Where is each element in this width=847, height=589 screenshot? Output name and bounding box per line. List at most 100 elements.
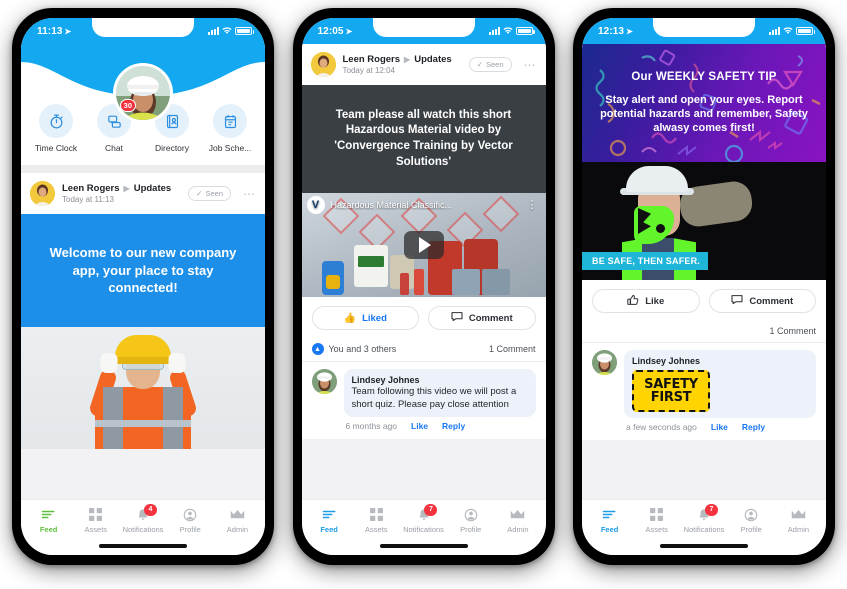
phone-notch — [653, 18, 755, 37]
comment-avatar[interactable] — [592, 350, 617, 375]
safety-first-sticker[interactable]: SAFETY FIRST — [632, 370, 710, 412]
status-time: 12:13 — [598, 25, 625, 37]
banner-title: Our WEEKLY SAFETY TIP — [631, 70, 777, 83]
post-photo[interactable]: BE SAFE, THEN SAFER. — [582, 162, 826, 280]
comment-reply-button[interactable]: Reply — [742, 422, 765, 432]
tab-profile[interactable]: Profile — [167, 504, 214, 534]
feed-icon — [322, 508, 337, 522]
comment-reply-button[interactable]: Reply — [442, 421, 465, 431]
comment-meta: a few seconds ago Like Reply — [624, 418, 816, 432]
phone-3-feed[interactable]: Our WEEKLY SAFETY TIP Stay alert and ope… — [582, 44, 826, 499]
tab-admin[interactable]: Admin — [775, 504, 822, 534]
post-actions: 👍 Liked Comment — [301, 297, 546, 339]
avatar-photo — [116, 66, 170, 120]
status-badge[interactable]: ✓ Seen — [468, 57, 512, 72]
video-title-bar: V Hazardous Material Classific... ⋮ — [302, 193, 546, 217]
chevron-right-icon: ▶ — [404, 55, 411, 64]
reaction-summary[interactable]: ▲ You and 3 others — [311, 343, 396, 355]
feed-scroll-space — [301, 439, 546, 499]
comment-label: Comment — [749, 295, 794, 307]
post-author-avatar[interactable] — [30, 181, 55, 206]
comment-count[interactable]: 1 Comment — [489, 344, 536, 354]
photo-caption: BE SAFE, THEN SAFER. — [582, 252, 709, 270]
video-options-icon[interactable]: ⋮ — [527, 200, 538, 211]
tab-notifications[interactable]: 7 Notifications — [400, 503, 447, 534]
hardhat-brim — [111, 356, 175, 364]
video-thumbnail[interactable]: V Hazardous Material Classific... ⋮ — [301, 193, 546, 297]
home-indicator[interactable] — [99, 544, 187, 548]
status-time: 12:05 — [317, 25, 344, 37]
quick-action-job-schedule[interactable]: Job Sche... — [202, 104, 258, 153]
tab-feed[interactable]: Feed — [586, 504, 633, 534]
post-header: Leen Rogers ▶ Updates Today at 11:13 ✓ S… — [21, 173, 265, 214]
check-icon: ✓ — [196, 189, 203, 198]
tab-label: Admin — [226, 524, 249, 534]
status-badge[interactable]: ✓ Seen — [188, 186, 231, 201]
tab-assets[interactable]: Assets — [353, 504, 400, 534]
wifi-icon — [222, 27, 232, 35]
comment-button[interactable]: Comment — [428, 306, 536, 330]
tab-admin[interactable]: Admin — [494, 504, 541, 534]
avatar[interactable] — [116, 66, 170, 120]
post-header: Leen Rogers ▶ Updates Today at 12:04 ✓ S… — [302, 44, 546, 85]
more-options-icon[interactable]: ⋯ — [519, 58, 537, 72]
worker-arm — [677, 179, 755, 229]
like-label: Like — [645, 295, 665, 307]
grid-icon — [369, 508, 383, 522]
tab-label: Profile — [460, 524, 482, 534]
person-icon — [464, 508, 478, 522]
comment-like-button[interactable]: Like — [711, 422, 728, 432]
post-author-name: Leen Rogers — [62, 183, 120, 194]
feed-icon — [602, 508, 617, 522]
like-button[interactable]: Like — [592, 289, 700, 313]
comment-item: Lindsey Johnes Team following this video… — [301, 362, 546, 440]
spray-can — [413, 269, 424, 295]
comment-button[interactable]: Comment — [708, 289, 816, 313]
more-options-icon[interactable]: ⋯ — [238, 187, 256, 201]
comment-like-button[interactable]: Like — [411, 421, 428, 431]
tab-admin[interactable]: Admin — [214, 504, 261, 534]
tab-feed[interactable]: Feed — [25, 504, 72, 534]
tab-feed[interactable]: Feed — [306, 504, 353, 534]
post-meta-row: 1 Comment — [582, 322, 826, 343]
vector-solutions-logo-icon: V — [306, 196, 325, 214]
post-photo[interactable] — [21, 326, 265, 449]
clipboard-icon — [213, 104, 247, 138]
wifi-icon — [783, 27, 793, 35]
feed-icon — [41, 508, 56, 522]
phone-2-feed[interactable]: Leen Rogers ▶ Updates Today at 12:04 ✓ S… — [301, 44, 546, 499]
status-left: 12:05 ➤ — [318, 26, 353, 37]
phone-1-feed[interactable]: Time Clock 30 Chat Directory Job Sche...… — [21, 44, 265, 499]
phone-3: 12:13 ➤ Our WEEKLY SAFETY TIP Stay alert… — [573, 8, 835, 565]
comment-count[interactable]: 1 Comment — [769, 326, 816, 336]
like-button[interactable]: 👍 Liked — [311, 306, 419, 330]
tab-notifications[interactable]: 7 Notifications — [680, 503, 727, 534]
play-button-icon[interactable] — [403, 231, 444, 259]
tab-label: Notifications — [683, 524, 725, 534]
tab-profile[interactable]: Profile — [447, 504, 494, 534]
tab-notifications[interactable]: 4 Notifications — [119, 503, 166, 534]
post-meta-row: ▲ You and 3 others 1 Comment — [301, 339, 546, 362]
post-actions: Like Comment — [582, 280, 826, 322]
check-icon: ✓ — [476, 60, 483, 69]
home-indicator[interactable] — [660, 544, 748, 548]
tab-profile[interactable]: Profile — [728, 504, 775, 534]
notifications-badge: 7 — [704, 503, 718, 516]
chat-badge: 30 — [119, 99, 136, 112]
tab-assets[interactable]: Assets — [72, 504, 119, 534]
metal-canister — [451, 269, 480, 295]
comment-avatar[interactable] — [311, 369, 337, 394]
hardhat-icon — [626, 166, 688, 192]
tab-label: Feed — [600, 524, 619, 534]
tab-assets[interactable]: Assets — [633, 504, 680, 534]
quick-action-time-clock[interactable]: Time Clock — [28, 104, 84, 153]
comment-bubble: Lindsey Johnes Team following this video… — [343, 369, 536, 418]
seen-label: Seen — [485, 60, 504, 69]
worker-vest-right-panel — [163, 386, 183, 449]
comment-content: Lindsey Johnes Team following this video… — [343, 369, 536, 431]
crown-icon — [230, 508, 245, 522]
sticker-line-2: FIRST — [650, 390, 692, 405]
post-author-line: Leen Rogers ▶ Updates — [343, 54, 462, 65]
post-author-avatar[interactable] — [310, 52, 336, 77]
home-indicator[interactable] — [379, 544, 468, 548]
